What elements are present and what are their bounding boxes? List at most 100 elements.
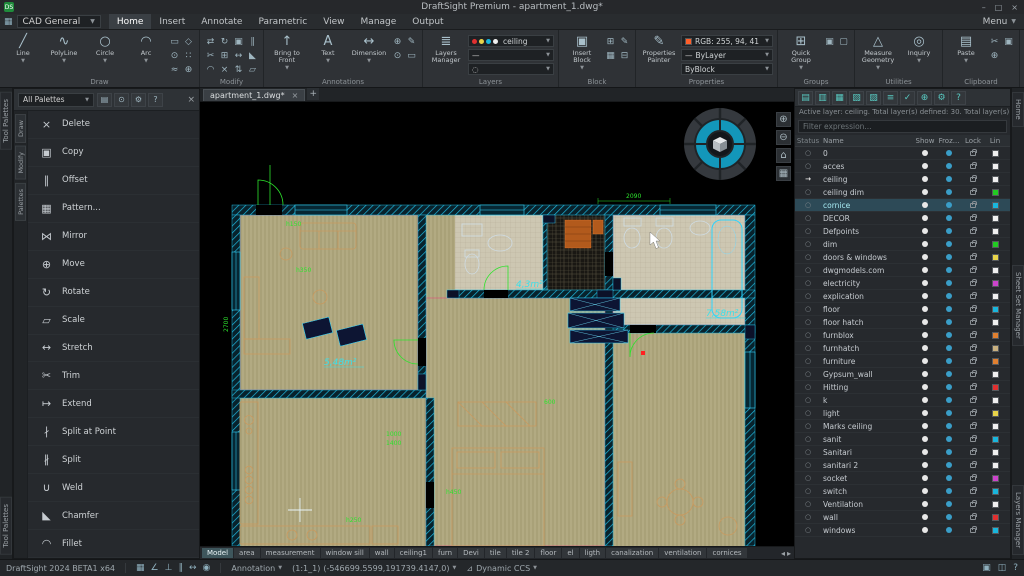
layer-row[interactable]: → ceiling bbox=[795, 173, 1010, 186]
draw-mini-button[interactable]: ⊙ bbox=[168, 49, 181, 62]
polyline-tool-button[interactable]: ∿ PolyLine▼ bbox=[45, 32, 83, 65]
layer-row[interactable]: ○ Defpoints bbox=[795, 225, 1010, 238]
layer-show-toggle[interactable] bbox=[913, 410, 937, 416]
properties-painter-button[interactable]: ✎ Properties Painter bbox=[640, 32, 678, 64]
group-mini-button[interactable]: ▢ bbox=[837, 35, 850, 48]
layer-freeze-toggle[interactable] bbox=[937, 228, 961, 234]
layer-color-swatch[interactable] bbox=[985, 501, 1005, 508]
layer-freeze-toggle[interactable] bbox=[937, 397, 961, 403]
layer-freeze-toggle[interactable] bbox=[937, 371, 961, 377]
layer-color-swatch[interactable] bbox=[985, 254, 1005, 261]
layer-color-swatch[interactable] bbox=[985, 449, 1005, 456]
sheet-tab-layout[interactable]: measurement bbox=[261, 548, 320, 558]
statusbar-icon[interactable]: ▣ bbox=[982, 563, 991, 573]
layer-row[interactable]: ○ wall bbox=[795, 511, 1010, 524]
palette-tool[interactable]: ◣ Chamfer bbox=[28, 502, 199, 530]
layer-show-toggle[interactable] bbox=[913, 462, 937, 468]
layer-freeze-toggle[interactable] bbox=[937, 280, 961, 286]
palette-category-tab[interactable]: Draw bbox=[15, 114, 26, 143]
sheet-tab-layout[interactable]: ligth bbox=[580, 548, 606, 558]
layer-lock-toggle[interactable] bbox=[961, 502, 985, 507]
layer-freeze-toggle[interactable] bbox=[937, 189, 961, 195]
layer-lock-toggle[interactable] bbox=[961, 437, 985, 442]
layer-freeze-toggle[interactable] bbox=[937, 176, 961, 182]
layer-row[interactable]: ○ floor hatch bbox=[795, 316, 1010, 329]
layer-row[interactable]: ○ sanit bbox=[795, 433, 1010, 446]
layer-freeze-toggle[interactable] bbox=[937, 332, 961, 338]
linestyle-dropdown[interactable]: ByBlock ▼ bbox=[681, 63, 773, 75]
layer-lock-toggle[interactable] bbox=[961, 411, 985, 416]
layer-color-swatch[interactable] bbox=[985, 527, 1005, 534]
layers-toolbar-button[interactable]: ▤ bbox=[798, 91, 813, 105]
layer-color-swatch[interactable] bbox=[985, 202, 1005, 209]
layer-color-swatch[interactable] bbox=[985, 332, 1005, 339]
layer-row[interactable]: ○ Ventilation bbox=[795, 498, 1010, 511]
bring-to-front-button[interactable]: ↑ Bring to Front▼ bbox=[268, 32, 306, 72]
close-icon[interactable]: × bbox=[292, 91, 299, 100]
layers-toolbar-button[interactable]: ⚙ bbox=[934, 91, 949, 105]
palette-header-button[interactable]: ⚙ bbox=[131, 93, 146, 107]
layer-lock-toggle[interactable] bbox=[961, 177, 985, 182]
layer-show-toggle[interactable] bbox=[913, 384, 937, 390]
layer-row[interactable]: ○ cornice bbox=[795, 199, 1010, 212]
layer-row[interactable]: ○ furnhatch bbox=[795, 342, 1010, 355]
layer-lock-toggle[interactable] bbox=[961, 398, 985, 403]
layers-toolbar-button[interactable]: ✓ bbox=[900, 91, 915, 105]
layer-show-toggle[interactable] bbox=[913, 501, 937, 507]
clipboard-mini-button[interactable]: ✂ bbox=[988, 35, 1001, 48]
layer-freeze-toggle[interactable] bbox=[937, 475, 961, 481]
dock-tab[interactable]: Sheet Set Manager bbox=[1012, 265, 1024, 346]
layer-row[interactable]: ○ Marks ceiling bbox=[795, 420, 1010, 433]
layer-show-toggle[interactable] bbox=[913, 306, 937, 312]
layer-color-swatch[interactable] bbox=[985, 267, 1005, 274]
layer-row[interactable]: ○ acces bbox=[795, 160, 1010, 173]
layer-freeze-toggle[interactable] bbox=[937, 501, 961, 507]
layer-row[interactable]: ○ furnblox bbox=[795, 329, 1010, 342]
layer-show-toggle[interactable] bbox=[913, 228, 937, 234]
layer-row[interactable]: ○ light bbox=[795, 407, 1010, 420]
layer-show-toggle[interactable] bbox=[913, 332, 937, 338]
zoom-in-button[interactable]: ⊕ bbox=[776, 112, 791, 127]
palette-header-button[interactable]: ? bbox=[148, 93, 163, 107]
palette-tool[interactable]: ∤ Split at Point bbox=[28, 418, 199, 446]
layer-row[interactable]: ○ windows bbox=[795, 524, 1010, 537]
sheet-tab-layout[interactable]: furn bbox=[433, 548, 457, 558]
layer-row[interactable]: ○ dwgmodels.com bbox=[795, 264, 1010, 277]
layer-freeze-toggle[interactable] bbox=[937, 202, 961, 208]
layers-toolbar-button[interactable]: ▨ bbox=[866, 91, 881, 105]
snap-toggle-icon[interactable]: ◉ bbox=[203, 563, 211, 573]
layers-manager-button[interactable]: ≣ Layers Manager bbox=[427, 32, 465, 64]
maximize-button[interactable]: □ bbox=[995, 3, 1003, 12]
statusbar-icon[interactable]: ? bbox=[1013, 563, 1018, 573]
ribbon-tab-home[interactable]: Home bbox=[109, 14, 152, 29]
modify-mini-button[interactable]: ✂ bbox=[204, 49, 217, 62]
palette-close-icon[interactable]: × bbox=[187, 95, 195, 105]
layer-lock-toggle[interactable] bbox=[961, 190, 985, 195]
layer-color-swatch[interactable] bbox=[985, 358, 1005, 365]
layer-lock-toggle[interactable] bbox=[961, 255, 985, 260]
minimize-button[interactable]: – bbox=[982, 3, 986, 12]
dock-tab-tool-palettes[interactable]: Tool Palettes bbox=[0, 497, 12, 555]
sheet-tab-layout[interactable]: floor bbox=[535, 548, 561, 558]
layer-row[interactable]: ○ doors & windows bbox=[795, 251, 1010, 264]
layer-row[interactable]: ○ floor bbox=[795, 303, 1010, 316]
zoom-out-button[interactable]: ⊖ bbox=[776, 130, 791, 145]
layer-show-toggle[interactable] bbox=[913, 202, 937, 208]
layers-toolbar-button[interactable]: ▦ bbox=[832, 91, 847, 105]
arc-tool-button[interactable]: ◠ Arc▼ bbox=[127, 32, 165, 65]
layer-row[interactable]: ○ explication bbox=[795, 290, 1010, 303]
layer-lock-toggle[interactable] bbox=[961, 359, 985, 364]
layer-freeze-toggle[interactable] bbox=[937, 488, 961, 494]
annotation-mini-button[interactable]: ▭ bbox=[405, 49, 418, 62]
layer-lock-toggle[interactable] bbox=[961, 307, 985, 312]
layer-show-toggle[interactable] bbox=[913, 176, 937, 182]
paste-button[interactable]: ▤ Paste▼ bbox=[947, 32, 985, 65]
snap-toggle-icon[interactable]: ∠ bbox=[151, 563, 159, 573]
layer-filter-dropdown[interactable]: —▼ bbox=[468, 49, 554, 61]
menu-dropdown[interactable]: Menu ▼ bbox=[983, 17, 1024, 27]
sheet-tab-layout[interactable]: tile 2 bbox=[507, 548, 535, 558]
layer-color-swatch[interactable] bbox=[985, 293, 1005, 300]
ribbon-tab-parametric[interactable]: Parametric bbox=[250, 14, 315, 29]
inquiry-button[interactable]: ◎ Inquiry▼ bbox=[900, 32, 938, 65]
layer-freeze-toggle[interactable] bbox=[937, 345, 961, 351]
